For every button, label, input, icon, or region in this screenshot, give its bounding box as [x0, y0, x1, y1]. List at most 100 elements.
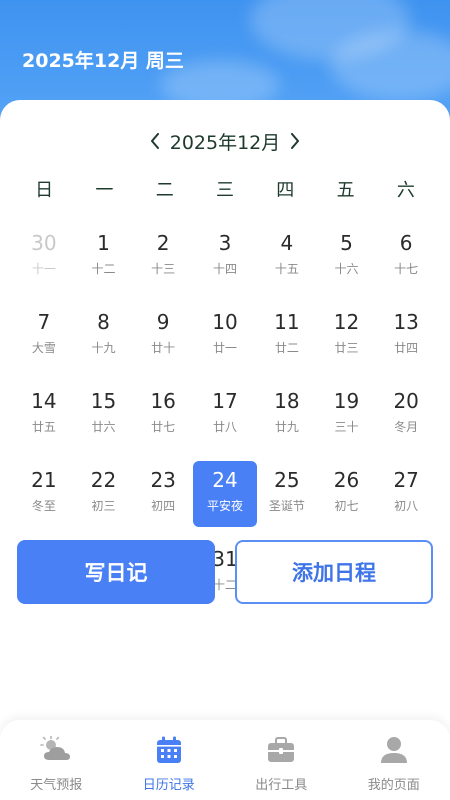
day-lunar-label: 十五 [274, 262, 299, 276]
write-diary-button[interactable]: 写日记 [17, 540, 215, 604]
day-number: 23 [150, 468, 176, 492]
day-number: 26 [333, 468, 360, 492]
weekday-label: 三 [215, 180, 234, 201]
day-number: 22 [90, 468, 117, 492]
calendar-day[interactable]: 27 初八 [376, 465, 436, 544]
day-number: 10 [212, 310, 238, 334]
day-lunar-label: 十九 [91, 341, 116, 355]
day-number: 25 [274, 468, 300, 492]
tab-weather[interactable]: 天气预报 [0, 720, 113, 800]
tab-label: 我的页面 [367, 778, 420, 793]
calendar-day[interactable]: 8 十九 [74, 307, 134, 386]
tab-calendar[interactable]: 日历记录 [113, 720, 226, 800]
day-lunar-label: 冬月 [394, 420, 419, 434]
day-lunar-label: 廿六 [91, 420, 116, 434]
calendar-day[interactable]: 20 冬月 [376, 386, 436, 465]
calendar-day[interactable]: 13 廿四 [376, 307, 436, 386]
day-lunar-label: 廿一 [212, 341, 237, 355]
calendar-day[interactable]: 23 初四 [133, 465, 193, 544]
day-lunar-label: 十七 [394, 262, 419, 276]
day-number: 18 [274, 389, 300, 413]
day-lunar-label: 廿五 [31, 420, 56, 434]
day-number: 27 [393, 468, 419, 492]
day-number: 24 [212, 468, 238, 492]
calendar-day[interactable]: 25 圣诞节 [257, 465, 317, 544]
day-number: 7 [37, 310, 51, 334]
calendar-day[interactable]: 30 十一 [14, 228, 74, 307]
chevron-left-icon [150, 133, 159, 149]
day-number: 9 [156, 310, 170, 334]
day-lunar-label: 廿四 [394, 341, 419, 355]
calendar-day[interactable]: 11 廿二 [257, 307, 317, 386]
day-lunar-label: 廿三 [334, 341, 359, 355]
tab-travel-tools[interactable]: 出行工具 [225, 720, 338, 800]
calendar-day[interactable]: 17 廿八 [193, 386, 257, 465]
weather-icon [40, 734, 72, 766]
tab-profile[interactable]: 我的页面 [338, 720, 450, 800]
calendar-day[interactable]: 12 廿三 [317, 307, 377, 386]
day-lunar-label: 大雪 [31, 341, 56, 355]
day-lunar-label: 廿二 [274, 341, 299, 355]
calendar-day[interactable]: 10 廿一 [193, 307, 257, 386]
day-number: 1 [97, 231, 110, 255]
calendar-day[interactable]: 3 十四 [193, 228, 257, 307]
day-lunar-label: 初七 [334, 499, 359, 513]
day-lunar-label: 廿七 [151, 420, 176, 434]
calendar-day[interactable]: 9 廿十 [133, 307, 193, 386]
add-schedule-button[interactable]: 添加日程 [235, 540, 433, 604]
day-number: 6 [399, 231, 413, 255]
current-date-title: 2025年12月 周三 [22, 50, 184, 72]
next-month-button[interactable] [284, 126, 306, 156]
calendar-day[interactable]: 22 初三 [74, 465, 134, 544]
calendar-day[interactable]: 6 十七 [376, 228, 436, 307]
tab-label: 日历记录 [142, 778, 195, 793]
day-number: 30 [31, 231, 57, 255]
toolbox-icon [265, 734, 297, 766]
weekday-label: 二 [155, 180, 174, 201]
day-number: 11 [274, 310, 300, 334]
tab-label: 天气预报 [30, 778, 83, 793]
day-number: 17 [212, 389, 238, 413]
calendar-day[interactable]: 2 十三 [133, 228, 193, 307]
weekday-label: 六 [396, 180, 415, 201]
day-number: 16 [150, 389, 176, 413]
day-number: 15 [90, 389, 117, 413]
day-number: 4 [280, 231, 294, 255]
day-lunar-label: 冬至 [31, 499, 56, 513]
calendar-day-selected[interactable]: 24 平安夜 [193, 461, 257, 527]
calendar-day[interactable]: 18 廿九 [257, 386, 317, 465]
tab-label: 出行工具 [255, 778, 308, 793]
calendar-day[interactable]: 26 初七 [317, 465, 377, 544]
day-number: 20 [393, 389, 419, 413]
day-number: 21 [31, 468, 57, 492]
calendar-card: 2025年12月 日 一 二 三 四 五 六 30 十一 1 十二 2 十三 3 十四 4 十五 5… [0, 100, 450, 720]
month-navigator: 2025年12月 [0, 126, 450, 156]
weekday-label: 五 [336, 180, 355, 201]
action-buttons: 写日记 添加日程 [17, 540, 433, 604]
day-lunar-label: 十一 [31, 262, 56, 276]
calendar-day[interactable]: 15 廿六 [74, 386, 134, 465]
calendar-day[interactable]: 7 大雪 [14, 307, 74, 386]
day-lunar-label: 廿十 [151, 341, 176, 355]
calendar-day[interactable]: 16 廿七 [133, 386, 193, 465]
day-lunar-label: 圣诞节 [268, 499, 305, 513]
calendar-day[interactable]: 5 十六 [317, 228, 377, 307]
day-number: 14 [31, 389, 57, 413]
day-number: 19 [333, 389, 360, 413]
weekday-header: 日 一 二 三 四 五 六 [14, 176, 436, 202]
calendar-day[interactable]: 14 廿五 [14, 386, 74, 465]
day-lunar-label: 平安夜 [206, 499, 243, 513]
weekday-label: 日 [35, 180, 54, 201]
calendar-day[interactable]: 4 十五 [257, 228, 317, 307]
calendar-day[interactable]: 21 冬至 [14, 465, 74, 544]
day-lunar-label: 十三 [151, 262, 176, 276]
prev-month-button[interactable] [144, 126, 166, 156]
chevron-right-icon [291, 133, 300, 149]
month-label: 2025年12月 [169, 131, 281, 154]
calendar-day[interactable]: 19 三十 [317, 386, 377, 465]
calendar-day[interactable]: 1 十二 [74, 228, 134, 307]
calendar-icon [153, 734, 185, 766]
day-number: 5 [340, 231, 353, 255]
day-number: 3 [218, 231, 232, 255]
day-lunar-label: 初三 [91, 499, 116, 513]
